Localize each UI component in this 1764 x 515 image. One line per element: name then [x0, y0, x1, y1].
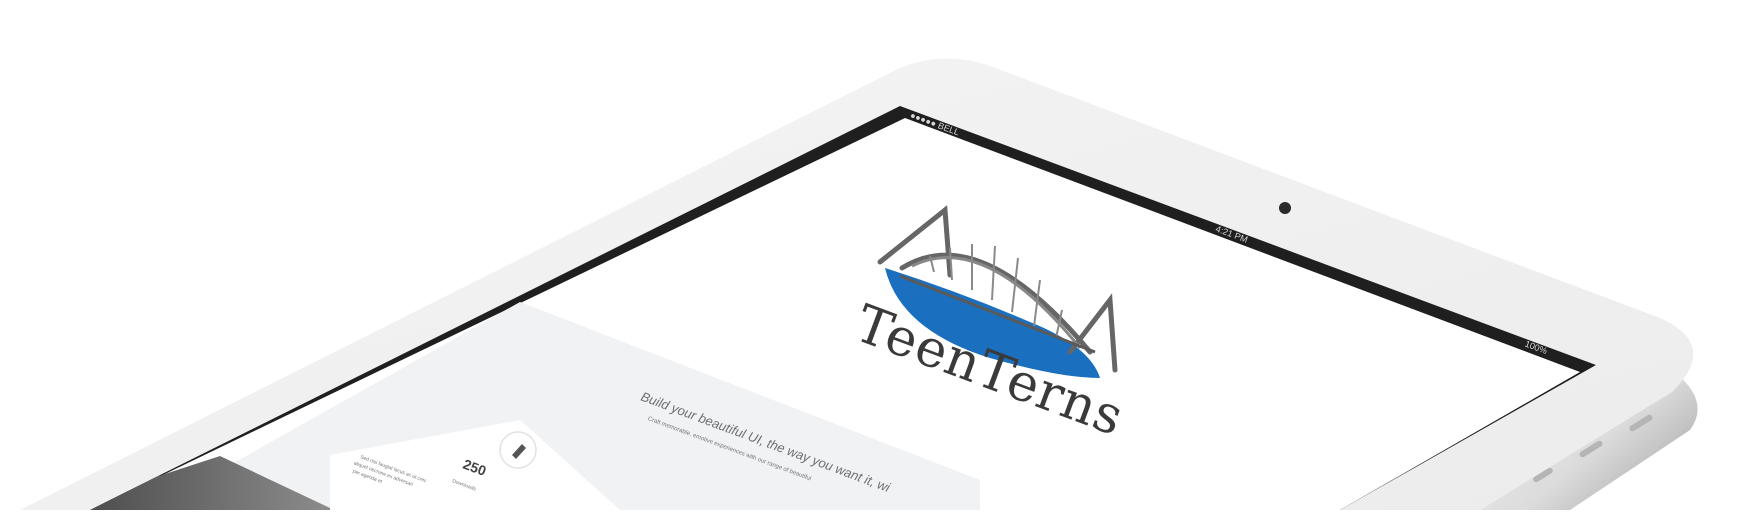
tablet-mockup-scene: ●●●●● BELL 4:21 PM 100% TeenTerns Build …: [0, 0, 1764, 511]
screen-content: [90, 118, 1580, 510]
tablet-mockup: ●●●●● BELL 4:21 PM 100% TeenTerns Build …: [20, 58, 1698, 511]
front-camera: [1279, 202, 1291, 214]
